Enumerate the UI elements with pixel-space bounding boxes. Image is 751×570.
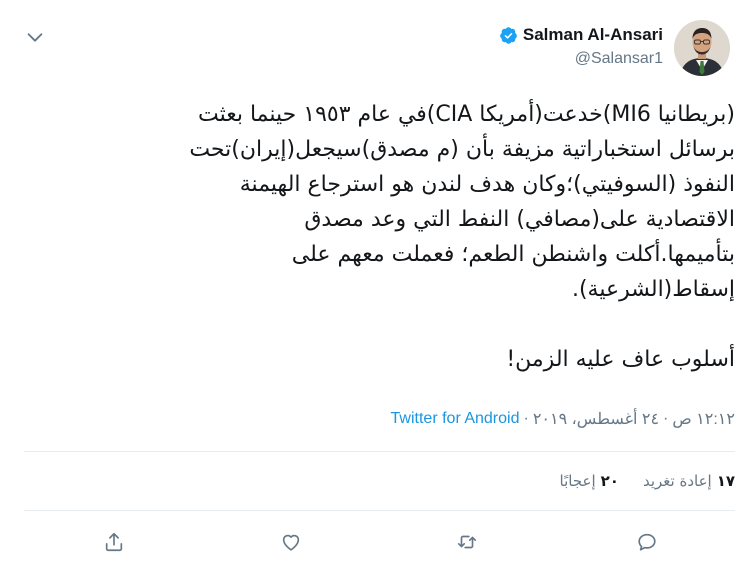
retweet-button[interactable]: [452, 527, 482, 557]
retweets-label: إعادة تغريد: [642, 472, 712, 490]
meta-separator: ·: [523, 410, 529, 427]
tweet-actions: [0, 527, 751, 563]
tweet-source-link[interactable]: Twitter for Android: [391, 410, 520, 428]
likes-label: إعجابًا: [559, 472, 596, 490]
chevron-down-icon[interactable]: [24, 26, 46, 48]
retweets-stat[interactable]: ١٧ إعادة تغريد: [643, 472, 735, 490]
verified-badge-icon: [499, 26, 518, 45]
reply-icon: [638, 533, 656, 551]
like-button[interactable]: [276, 527, 306, 557]
avatar[interactable]: [674, 20, 730, 76]
tweet-date[interactable]: ٢٤ أغسطس، ٢٠١٩: [533, 409, 659, 429]
author-handle[interactable]: @Salansar1: [499, 50, 663, 68]
tweet-stats: ١٧ إعادة تغريد ٢٠ إعجابًا: [560, 472, 735, 490]
meta-separator: ·: [663, 410, 669, 427]
likes-stat[interactable]: ٢٠ إعجابًا: [560, 472, 619, 490]
share-button[interactable]: [99, 527, 129, 557]
reply-button[interactable]: [632, 527, 662, 557]
author-info: Salman Al-Ansari @Salansar1: [499, 25, 663, 68]
tweet-time[interactable]: ١٢:١٢ ص: [672, 409, 735, 429]
tweet-text: (بريطانيا MI6)خدعت(أمريكا CIA)في عام ١٩٥…: [189, 102, 735, 372]
heart-icon: [282, 534, 300, 551]
tweet-card: Salman Al-Ansari @Salansar1 (بريطانيا MI…: [0, 0, 751, 570]
retweets-count: ١٧: [716, 472, 735, 490]
tweet-meta: Twitter for Android · ٢٤ أغسطس، ٢٠١٩ · ١…: [391, 409, 735, 429]
retweet-icon: [457, 535, 477, 549]
divider: [24, 510, 735, 511]
divider: [24, 451, 735, 452]
likes-count: ٢٠: [600, 472, 619, 490]
author-name[interactable]: Salman Al-Ansari: [523, 25, 663, 45]
share-icon: [105, 532, 123, 552]
